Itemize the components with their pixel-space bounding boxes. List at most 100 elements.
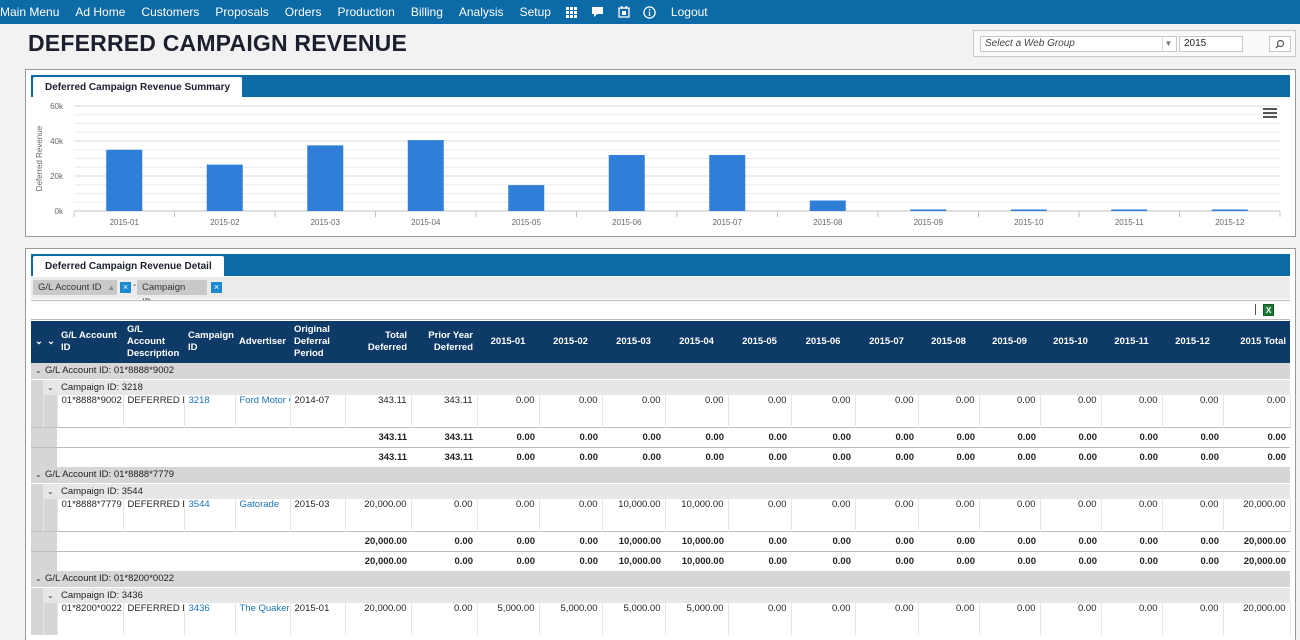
col-header[interactable]: Total Deferred	[345, 321, 411, 363]
table-cell[interactable]: The Quaker Oats Company	[235, 603, 291, 635]
excel-export-icon[interactable]: X	[1263, 304, 1274, 316]
bar-2015-09[interactable]	[910, 209, 947, 212]
row-gutter	[31, 550, 43, 571]
chat-icon[interactable]	[585, 0, 611, 24]
summary-cell: 0.00	[539, 530, 602, 551]
col-header[interactable]: 2015-08	[918, 321, 979, 363]
nav-customers[interactable]: Customers	[133, 0, 207, 24]
nav-setup[interactable]: Setup	[512, 0, 559, 24]
bar-2015-05[interactable]	[508, 185, 545, 211]
chevron-down-icon[interactable]: ▼	[1162, 37, 1174, 51]
col-header[interactable]: G/L Account ID	[57, 321, 123, 363]
col-header[interactable]: Original Deferral Period	[290, 321, 345, 363]
row-gutter	[43, 395, 58, 427]
y-tick-label: 0k	[55, 207, 64, 216]
remove-group-campaign-icon[interactable]: ×	[211, 282, 222, 293]
bar-2015-02[interactable]	[206, 164, 243, 211]
bar-2015-04[interactable]	[407, 140, 444, 211]
summary-cell: 0.00	[918, 530, 979, 551]
col-header[interactable]: 2015-01	[477, 321, 539, 363]
col-header[interactable]: Prior Year Deferred	[411, 321, 477, 363]
summary-cell: 0.00	[918, 550, 979, 571]
col-header[interactable]: 2015-12	[1162, 321, 1223, 363]
table-cell[interactable]: 3218	[184, 395, 236, 427]
tab-detail[interactable]: Deferred Campaign Revenue Detail	[33, 256, 224, 276]
collapse-group-icon[interactable]: ⌄	[35, 574, 45, 583]
col-header[interactable]: 2015-05	[728, 321, 791, 363]
bar-2015-07[interactable]	[709, 155, 746, 211]
col-header[interactable]: 2015-03	[602, 321, 665, 363]
tab-summary[interactable]: Deferred Campaign Revenue Summary	[33, 77, 243, 97]
table-cell[interactable]: Ford Motor Cars	[235, 395, 291, 427]
group-chip-gl-account[interactable]: G/L Account ID ▲	[33, 280, 117, 295]
info-icon[interactable]	[637, 0, 663, 24]
collapse-group-icon[interactable]: ⌄	[35, 470, 45, 479]
bar-2015-12[interactable]	[1211, 209, 1248, 212]
collapse-subgroups-icon[interactable]: ⌄	[43, 321, 57, 363]
collapse-all-icon[interactable]: ⌄	[31, 321, 43, 363]
table-cell: 0.00	[539, 499, 603, 531]
summary-cell: 0.00	[979, 426, 1040, 447]
col-header[interactable]: Campaign ID	[184, 321, 235, 363]
col-header[interactable]: 2015-04	[665, 321, 728, 363]
bar-2015-01[interactable]	[106, 149, 143, 211]
col-header[interactable]: 2015-06	[791, 321, 855, 363]
col-header[interactable]: Advertiser	[235, 321, 290, 363]
nav-orders[interactable]: Orders	[277, 0, 330, 24]
row-gutter	[31, 426, 43, 447]
col-header[interactable]: 2015-09	[979, 321, 1040, 363]
row-gutter	[43, 550, 57, 571]
collapse-group-icon[interactable]: ⌄	[35, 366, 45, 375]
table-cell: 0.00	[1162, 603, 1224, 635]
apps-grid-icon[interactable]	[559, 0, 585, 24]
col-header[interactable]: 2015-02	[539, 321, 602, 363]
table-cell: 0.00	[1040, 395, 1102, 427]
summary-cell: 0.00	[1040, 530, 1101, 551]
col-header[interactable]: 2015-11	[1101, 321, 1162, 363]
col-header[interactable]: 2015-10	[1040, 321, 1101, 363]
calendar-icon[interactable]	[611, 0, 637, 24]
nav-main-menu[interactable]: Main Menu	[0, 0, 67, 24]
table-cell: 0.00	[728, 603, 792, 635]
col-header[interactable]: 2015-07	[855, 321, 918, 363]
nav-billing[interactable]: Billing	[403, 0, 451, 24]
bar-2015-08[interactable]	[809, 200, 846, 212]
col-header[interactable]: G/L Account Description	[123, 321, 184, 363]
col-header[interactable]: 2015 Total	[1223, 321, 1290, 363]
bar-2015-06[interactable]	[608, 155, 645, 211]
table-cell[interactable]: 3436	[184, 603, 236, 635]
nav-ad-home[interactable]: Ad Home	[67, 0, 133, 24]
table-cell[interactable]: Gatorade	[235, 499, 291, 531]
summary-cell: 0.00	[1162, 426, 1223, 447]
x-tick-label: 2015-01	[110, 218, 140, 227]
nav-proposals[interactable]: Proposals	[207, 0, 276, 24]
collapse-subgroup-icon[interactable]: ⌄	[47, 487, 57, 496]
bar-2015-03[interactable]	[307, 145, 344, 211]
summary-cell: 20,000.00	[1223, 530, 1290, 551]
gl-group-label: G/L Account ID: 01*8888*7779	[45, 469, 175, 481]
x-tick-label: 2015-08	[813, 218, 843, 227]
search-button[interactable]	[1269, 36, 1291, 52]
summary-cell: 20,000.00	[1223, 550, 1290, 571]
nav-logout[interactable]: Logout	[663, 0, 716, 24]
group-chip-campaign[interactable]: Campaign ID▲	[137, 280, 207, 308]
nav-analysis[interactable]: Analysis	[451, 0, 512, 24]
remove-group-gl-icon[interactable]: ×	[120, 282, 131, 293]
webgroup-select[interactable]: Select a Web Group ▼	[980, 36, 1177, 52]
gl-group-label: G/L Account ID: 01*8888*9002	[45, 365, 175, 377]
collapse-subgroup-icon[interactable]: ⌄	[47, 591, 57, 600]
summary-spacer	[57, 446, 345, 467]
table-row: 01*8888*7779DEFERRED REVENUE3544Gatorade…	[31, 499, 1291, 531]
table-cell[interactable]: 3544	[184, 499, 236, 531]
bar-2015-10[interactable]	[1010, 209, 1047, 212]
table-cell: 0.00	[1101, 603, 1163, 635]
year-input[interactable]: 2015	[1179, 36, 1243, 52]
table-cell: DEFERRED REVENUE	[123, 603, 185, 635]
nav-production[interactable]: Production	[329, 0, 402, 24]
table-cell: 5,000.00	[602, 603, 666, 635]
table-cell: 343.11	[345, 395, 412, 427]
gl-group-row: ⌄ G/L Account ID: 01*8200*0022	[31, 571, 1290, 588]
collapse-subgroup-icon[interactable]: ⌄	[47, 383, 57, 392]
bar-2015-11[interactable]	[1111, 209, 1148, 212]
gl-group-label: G/L Account ID: 01*8200*0022	[45, 573, 175, 585]
